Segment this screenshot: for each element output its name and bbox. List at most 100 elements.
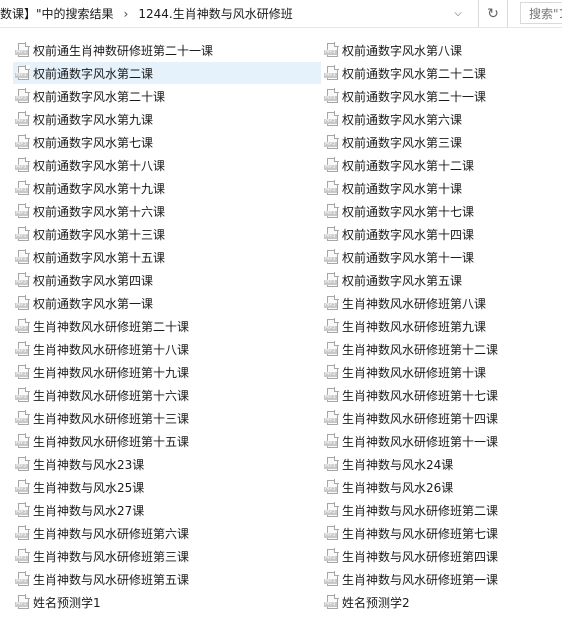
breadcrumb-folder[interactable]: 1244.生肖神数与风水研修班 [138,5,292,22]
file-name: 生肖神数风水研修班第十九课 [33,365,190,380]
file-name: 生肖神数与风水研修班第六课 [33,526,190,541]
mp3-file-icon: MP3 [15,157,30,172]
file-item[interactable]: MP3 权前通数字风水第三课 [322,131,562,153]
mp3-file-icon: MP3 [324,387,339,402]
file-item[interactable]: MP3 生肖神数风水研修班第二十课 [13,315,321,337]
mp3-file-icon: MP3 [324,456,339,471]
file-item[interactable]: MP3 权前通数字风水第十七课 [322,200,562,222]
file-name: 生肖神数与风水23课 [33,457,145,472]
file-item[interactable]: MP3 生肖神数与风水研修班第七课 [322,522,562,544]
mp3-file-icon: MP3 [15,272,30,287]
file-item[interactable]: MP3 生肖神数风水研修班第九课 [322,315,562,337]
file-name: 生肖神数风水研修班第十五课 [33,434,190,449]
file-name: 权前通数字风水第二十二课 [342,66,487,81]
file-item[interactable]: MP3 权前通数字风水第二课 [13,62,321,84]
file-name: 权前通数字风水第二十一课 [342,89,487,104]
mp3-file-icon: MP3 [15,249,30,264]
file-item[interactable]: MP3 生肖神数与风水研修班第五课 [13,568,321,590]
file-item[interactable]: MP3 权前通数字风水第十四课 [322,223,562,245]
file-item[interactable]: MP3 生肖神数风水研修班第八课 [322,292,562,314]
file-item[interactable]: MP3 权前通数字风水第十二课 [322,154,562,176]
file-item[interactable]: MP3 权前通数字风水第十九课 [13,177,321,199]
file-item[interactable]: MP3 权前通数字风水第八课 [322,39,562,61]
refresh-icon: ↻ [487,5,499,22]
file-item[interactable]: MP3 权前通数字风水第十三课 [13,223,321,245]
file-name: 权前通数字风水第十五课 [33,250,166,265]
file-item[interactable]: MP3 生肖神数与风水研修班第二课 [322,499,562,521]
file-item[interactable]: MP3 权前通数字风水第十课 [322,177,562,199]
file-item[interactable]: MP3 权前通数字风水第二十课 [13,85,321,107]
file-item[interactable]: MP3 生肖神数风水研修班第十四课 [322,407,562,429]
file-item[interactable]: MP3 生肖神数风水研修班第十七课 [322,384,562,406]
file-item[interactable]: MP3 生肖神数与风水研修班第四课 [322,545,562,567]
file-name: 权前通数字风水第十八课 [33,158,166,173]
mp3-file-icon: MP3 [324,433,339,448]
file-name: 生肖神数风水研修班第十六课 [33,388,190,403]
file-item[interactable]: MP3 生肖神数与风水23课 [13,453,321,475]
file-name: 生肖神数风水研修班第十课 [342,365,487,380]
file-name: 权前通数字风水第二课 [33,66,154,81]
file-item[interactable]: MP3 生肖神数与风水27课 [13,499,321,521]
file-item[interactable]: MP3 权前通数字风水第六课 [322,108,562,130]
file-name: 权前通数字风水第八课 [342,43,463,58]
file-item[interactable]: MP3 生肖神数风水研修班第十五课 [13,430,321,452]
file-item[interactable]: MP3 姓名预测学2 [322,591,562,613]
file-item[interactable]: MP3 权前通生肖神数研修班第二十一课 [13,39,321,61]
file-item[interactable]: MP3 权前通数字风水第十八课 [13,154,321,176]
file-item[interactable]: MP3 生肖神数与风水26课 [322,476,562,498]
breadcrumb-search-results[interactable]: 数课】"中的搜索结果 [0,5,114,22]
file-item[interactable]: MP3 生肖神数与风水研修班第三课 [13,545,321,567]
mp3-file-icon: MP3 [324,479,339,494]
file-name: 权前通数字风水第十一课 [342,250,475,265]
file-name: 生肖神数风水研修班第十八课 [33,342,190,357]
file-name: 权前通数字风水第七课 [33,135,154,150]
mp3-file-icon: MP3 [15,203,30,218]
breadcrumb[interactable]: 数课】"中的搜索结果 › 1244.生肖神数与风水研修班 [0,0,470,27]
file-item[interactable]: MP3 生肖神数风水研修班第十二课 [322,338,562,360]
file-item[interactable]: MP3 生肖神数与风水研修班第六课 [13,522,321,544]
mp3-file-icon: MP3 [324,157,339,172]
file-item[interactable]: MP3 生肖神数风水研修班第十六课 [13,384,321,406]
file-name: 生肖神数与风水研修班第三课 [33,549,190,564]
file-name: 生肖神数风水研修班第十一课 [342,434,499,449]
mp3-file-icon: MP3 [324,548,339,563]
mp3-file-icon: MP3 [324,180,339,195]
file-item[interactable]: MP3 权前通数字风水第一课 [13,292,321,314]
file-column-right: MP3 权前通数字风水第八课 MP3 权前通数字风水第二十二课 MP3 权前通数字风水第二… [322,39,562,614]
file-item[interactable]: MP3 生肖神数风水研修班第十八课 [13,338,321,360]
file-item[interactable]: MP3 生肖神数风水研修班第十一课 [322,430,562,452]
chevron-down-icon[interactable]: ⌵ [448,4,468,22]
breadcrumb-separator-icon[interactable]: › [114,7,139,21]
mp3-file-icon: MP3 [324,42,339,57]
mp3-file-icon: MP3 [15,341,30,356]
file-item[interactable]: MP3 权前通数字风水第七课 [13,131,321,153]
file-item[interactable]: MP3 权前通数字风水第十五课 [13,246,321,268]
mp3-file-icon: MP3 [15,295,30,310]
search-input[interactable]: 搜索"1 [520,2,562,24]
file-name: 权前通数字风水第一课 [33,296,154,311]
mp3-file-icon: MP3 [15,410,30,425]
mp3-file-icon: MP3 [324,525,339,540]
file-item[interactable]: MP3 权前通数字风水第十六课 [13,200,321,222]
file-item[interactable]: MP3 生肖神数风水研修班第十三课 [13,407,321,429]
file-item[interactable]: MP3 生肖神数与风水24课 [322,453,562,475]
refresh-button[interactable]: ↻ [478,0,508,27]
file-item[interactable]: MP3 生肖神数风水研修班第十九课 [13,361,321,383]
file-name: 生肖神数风水研修班第十四课 [342,411,499,426]
file-item[interactable]: MP3 权前通数字风水第四课 [13,269,321,291]
file-item[interactable]: MP3 权前通数字风水第二十一课 [322,85,562,107]
file-item[interactable]: MP3 生肖神数与风水研修班第一课 [322,568,562,590]
file-item[interactable]: MP3 权前通数字风水第十一课 [322,246,562,268]
file-item[interactable]: MP3 姓名预测学1 [13,591,321,613]
file-item[interactable]: MP3 权前通数字风水第五课 [322,269,562,291]
file-name: 权前通数字风水第十三课 [33,227,166,242]
mp3-file-icon: MP3 [15,571,30,586]
file-item[interactable]: MP3 生肖神数风水研修班第十课 [322,361,562,383]
file-name: 权前通数字风水第十九课 [33,181,166,196]
mp3-file-icon: MP3 [324,594,339,609]
file-name: 生肖神数与风水研修班第一课 [342,572,499,587]
file-item[interactable]: MP3 权前通数字风水第九课 [13,108,321,130]
file-item[interactable]: MP3 生肖神数与风水25课 [13,476,321,498]
file-name: 生肖神数与风水研修班第五课 [33,572,190,587]
file-item[interactable]: MP3 权前通数字风水第二十二课 [322,62,562,84]
